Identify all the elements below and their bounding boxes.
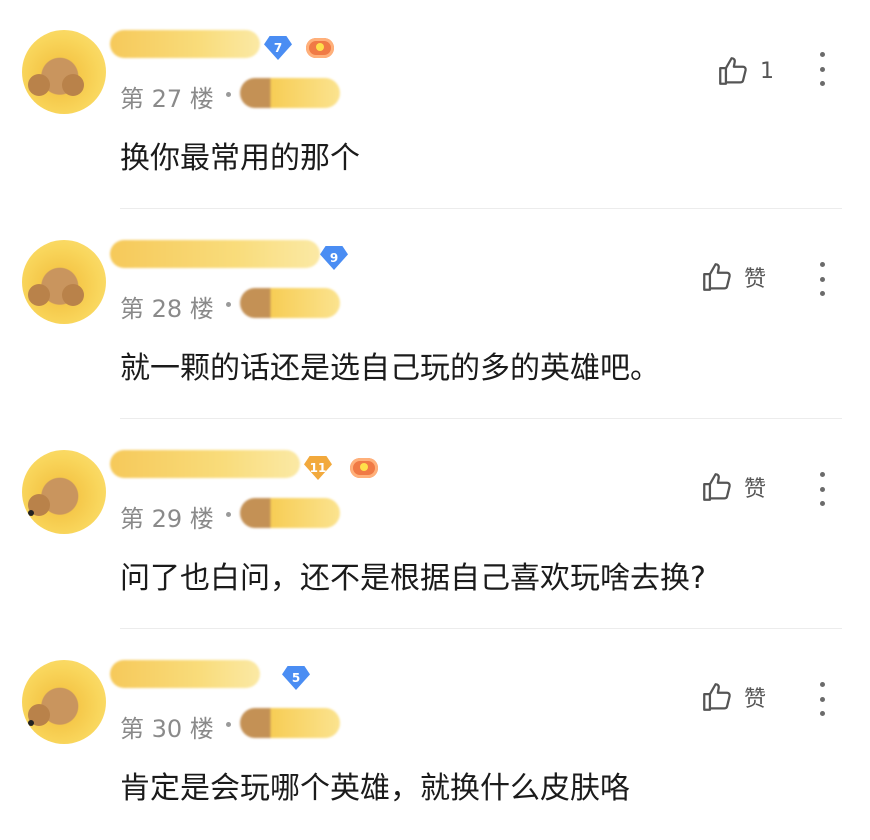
thumbs-up-icon — [703, 263, 731, 291]
separator-dot — [226, 302, 231, 307]
like-label: 赞 — [744, 267, 767, 292]
avatar[interactable] — [22, 30, 106, 114]
like-button[interactable]: 赞 — [700, 470, 766, 504]
more-vertical-icon[interactable] — [818, 262, 826, 296]
floor-number: 第 30 楼 — [120, 715, 214, 743]
floor-number: 第 29 楼 — [120, 505, 214, 533]
like-label: 赞 — [744, 687, 767, 712]
comment-item: 7 第 27 楼 换你最常用的那个 1 — [0, 0, 870, 210]
level-badge-number: 7 — [273, 41, 283, 55]
comment-text: 肯定是会玩哪个英雄，就换什么皮肤咯 — [120, 771, 630, 806]
separator-dot — [226, 92, 231, 97]
divider — [120, 418, 842, 419]
tail-badge-blurred — [240, 708, 340, 738]
more-vertical-icon[interactable] — [818, 682, 826, 716]
username-blurred[interactable] — [110, 240, 320, 268]
comment-item: 5 第 30 楼 肯定是会玩哪个英雄，就换什么皮肤咯 赞 — [0, 630, 870, 840]
divider — [120, 208, 842, 209]
username-blurred[interactable] — [110, 450, 300, 478]
avatar[interactable] — [22, 450, 106, 534]
avatar[interactable] — [22, 240, 106, 324]
level-badge: 11 — [304, 456, 332, 480]
tail-badge-blurred — [240, 498, 340, 528]
like-count: 1 — [760, 58, 774, 84]
level-badge: 7 — [264, 36, 292, 60]
comment-item: 11 第 29 楼 问了也白问，还不是根据自己喜欢玩啥去换? 赞 — [0, 420, 870, 630]
game-controller-icon — [306, 38, 334, 58]
comment-item: 9 第 28 楼 就一颗的话还是选自己玩的多的英雄吧。 赞 — [0, 210, 870, 420]
comment-text: 就一颗的话还是选自己玩的多的英雄吧。 — [120, 351, 660, 386]
level-badge-number: 11 — [309, 461, 327, 475]
like-button[interactable]: 赞 — [700, 260, 766, 294]
more-vertical-icon[interactable] — [818, 52, 826, 86]
tail-badge-blurred — [240, 288, 340, 318]
more-vertical-icon[interactable] — [818, 472, 826, 506]
divider — [120, 628, 842, 629]
like-label: 赞 — [744, 477, 767, 502]
username-blurred[interactable] — [110, 660, 260, 688]
comment-text: 换你最常用的那个 — [120, 141, 360, 176]
floor-number: 第 27 楼 — [120, 85, 214, 113]
floor-number: 第 28 楼 — [120, 295, 214, 323]
separator-dot — [226, 722, 231, 727]
level-badge-number: 5 — [291, 671, 301, 685]
separator-dot — [226, 512, 231, 517]
username-blurred[interactable] — [110, 30, 260, 58]
level-badge: 9 — [320, 246, 348, 270]
tail-badge-blurred — [240, 78, 340, 108]
avatar[interactable] — [22, 660, 106, 744]
level-badge-number: 9 — [329, 251, 339, 265]
game-controller-icon — [350, 458, 378, 478]
thumbs-up-icon — [703, 683, 731, 711]
like-button[interactable]: 赞 — [700, 680, 766, 714]
comment-text: 问了也白问，还不是根据自己喜欢玩啥去换? — [120, 561, 706, 596]
level-badge: 5 — [282, 666, 310, 690]
thumbs-up-icon — [703, 473, 731, 501]
thumbs-up-icon — [719, 57, 747, 85]
like-button[interactable]: 1 — [716, 54, 774, 88]
